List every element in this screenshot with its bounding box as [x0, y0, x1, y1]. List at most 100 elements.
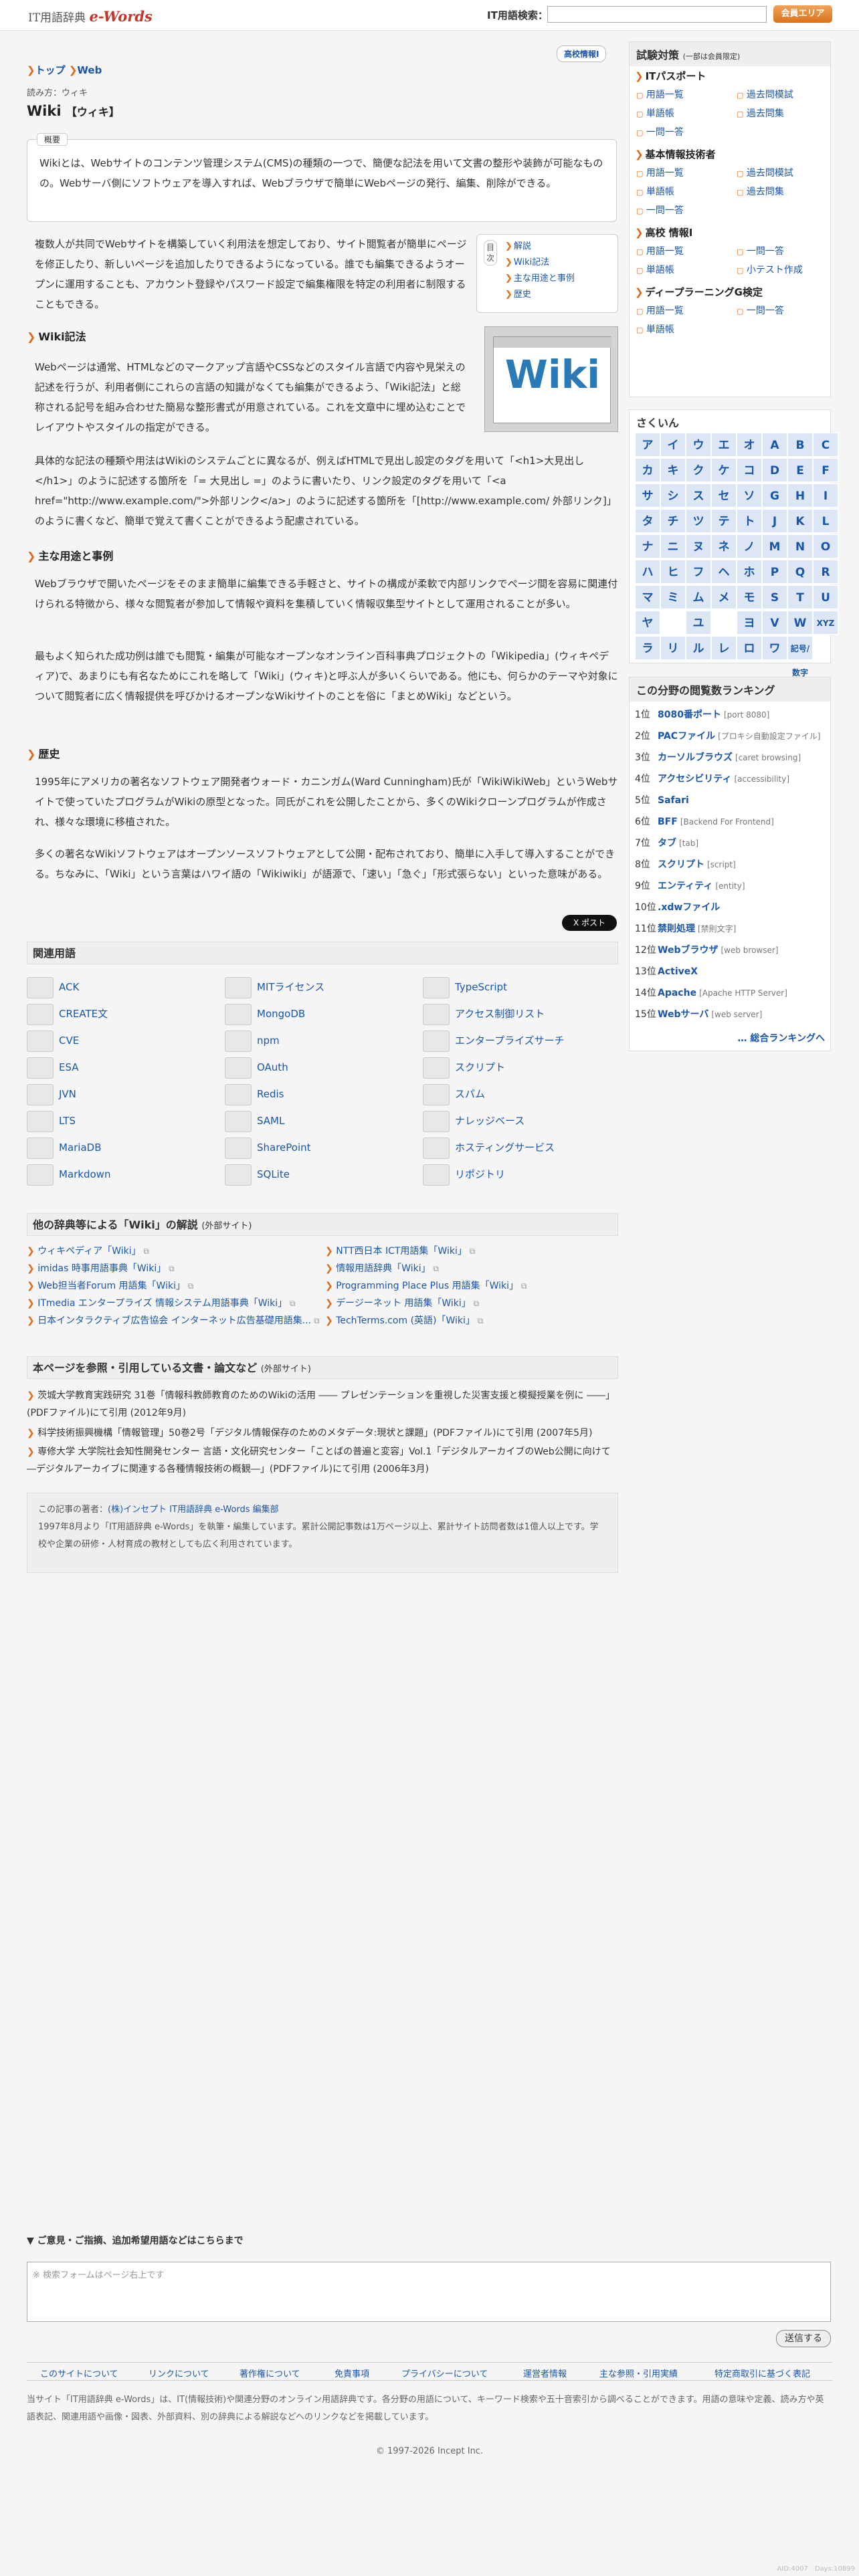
exam-link-text[interactable]: 用語一覧	[646, 246, 684, 257]
ranking-term[interactable]: Webブラウザ	[658, 945, 718, 956]
site-logo[interactable]: IT用語辞典 e-Words	[28, 8, 153, 25]
exam-link-text[interactable]: 用語一覧	[646, 90, 684, 100]
dictionary-link-text[interactable]: ウィキペディア「Wiki」	[37, 1246, 140, 1257]
toc-item[interactable]: ❯ Wiki記法	[505, 255, 549, 271]
kana-index-item[interactable]: モ	[737, 585, 762, 609]
kana-index-item[interactable]: リ	[660, 636, 686, 660]
ranking-item[interactable]: 5位 Safari	[630, 790, 832, 811]
exam-link[interactable]: ▢ 単語帳	[636, 261, 674, 280]
dictionary-link[interactable]: ❯ Web担当者Forum 用語集「Wiki」 ⧉	[27, 1277, 193, 1295]
x-post-button[interactable]: X ポスト	[562, 915, 617, 931]
toc-item[interactable]: ❯ 歴史	[505, 287, 531, 303]
dictionary-link-text[interactable]: ITmedia エンタープライズ 情報システム用語事典「Wiki」	[37, 1298, 287, 1309]
related-term-link[interactable]: エンタープライズサーチ	[455, 1035, 565, 1047]
ranking-term[interactable]: 8080番ポート	[658, 710, 721, 720]
dictionary-link-text[interactable]: NTT西日本 ICT用語集「Wiki」	[336, 1246, 467, 1257]
footer-link[interactable]: プライバシーについて	[401, 2367, 488, 2379]
kana-index-item[interactable]: ナ	[635, 534, 660, 558]
related-term-link[interactable]: CVE	[59, 1035, 79, 1047]
dictionary-link[interactable]: ❯ imidas 時事用語事典「Wiki」 ⧉	[27, 1260, 175, 1277]
ranking-term[interactable]: タブ	[658, 838, 676, 849]
kana-index-item[interactable]: ホ	[737, 560, 762, 584]
related-term-link[interactable]: OAuth	[257, 1061, 288, 1073]
exam-link[interactable]: ▢ 用語一覧	[636, 242, 684, 261]
kana-index-item[interactable]: シ	[660, 484, 686, 508]
reference-item[interactable]: ❯ 茨城大学教育実践研究 31巻「情報科教師教育のためのWikiの活用 ―― プ…	[27, 1387, 618, 1422]
exam-link-text[interactable]: 一問一答	[646, 205, 684, 216]
exam-link[interactable]: ▢ 一問一答	[737, 302, 784, 321]
related-term[interactable]: SQLite	[225, 1161, 290, 1188]
related-term[interactable]: CVE	[27, 1027, 79, 1054]
kana-index-item[interactable]: ウ	[686, 433, 711, 457]
exam-link[interactable]: ▢ 小テスト作成	[737, 261, 803, 280]
related-term[interactable]: ナレッジベース	[423, 1107, 524, 1134]
exam-link[interactable]: ▢ 単語帳	[636, 104, 674, 124]
ranking-term[interactable]: Apache	[658, 988, 696, 998]
kana-index-item[interactable]: ヌ	[686, 534, 711, 558]
related-term-link[interactable]: アクセス制御リスト	[455, 1008, 545, 1020]
kana-index-item[interactable]: A	[762, 433, 787, 457]
kana-index-item[interactable]: ロ	[737, 636, 762, 660]
exam-link[interactable]: ▢ 単語帳	[636, 320, 674, 340]
kana-index-item[interactable]: オ	[737, 433, 762, 457]
related-term-link[interactable]: ナレッジベース	[455, 1115, 524, 1127]
kana-index-item[interactable]: ヒ	[660, 560, 686, 584]
exam-link[interactable]: ▢ 過去問模試	[737, 164, 793, 183]
footer-link[interactable]: リンクについて	[149, 2367, 209, 2379]
ranking-item[interactable]: 13位 ActiveX	[630, 961, 832, 982]
footer-link[interactable]: このサイトについて	[40, 2367, 118, 2379]
kana-index-item[interactable]: ツ	[686, 509, 711, 533]
ranking-item[interactable]: 9位 エンティティ [entity]	[630, 875, 832, 897]
dictionary-link[interactable]: ❯ NTT西日本 ICT用語集「Wiki」 ⧉	[325, 1243, 475, 1260]
dictionary-link-text[interactable]: 情報用語辞典「Wiki」	[336, 1263, 430, 1274]
kana-index-item[interactable]: C	[813, 433, 838, 457]
related-term-link[interactable]: MongoDB	[257, 1008, 305, 1020]
kana-index-item[interactable]: ル	[686, 636, 711, 660]
ranking-term[interactable]: .xdwファイル	[658, 902, 720, 913]
search-input[interactable]	[547, 6, 767, 23]
ranking-item[interactable]: 4位 アクセシビリティ [accessibility]	[630, 768, 832, 790]
kana-index-item[interactable]: K	[787, 509, 813, 533]
exam-link[interactable]: ▢ 一問一答	[636, 123, 684, 142]
kana-index-item[interactable]: テ	[711, 509, 737, 533]
related-term[interactable]: ホスティングサービス	[423, 1134, 555, 1161]
related-term-link[interactable]: ホスティングサービス	[455, 1142, 555, 1154]
dictionary-link-text[interactable]: imidas 時事用語事典「Wiki」	[37, 1263, 166, 1274]
related-term-link[interactable]: Markdown	[59, 1168, 110, 1180]
related-term-link[interactable]: ESA	[59, 1061, 79, 1073]
kana-index-item[interactable]: ス	[686, 484, 711, 508]
kana-index-item[interactable]: ソ	[737, 484, 762, 508]
kana-index-item[interactable]: XYZ	[813, 611, 838, 635]
author-link[interactable]: (株)インセプト IT用語辞典 e-Words 編集部	[108, 1505, 279, 1515]
dictionary-link[interactable]: ❯ ITmedia エンタープライズ 情報システム用語事典「Wiki」 ⧉	[27, 1295, 296, 1312]
kana-index-item[interactable]: F	[813, 458, 838, 482]
dictionary-link[interactable]: ❯ TechTerms.com (英語)「Wiki」 ⧉	[325, 1312, 483, 1329]
kana-index-item[interactable]: フ	[686, 560, 711, 584]
exam-link-text[interactable]: 単語帳	[646, 108, 674, 119]
exam-link[interactable]: ▢ 過去問模試	[737, 86, 793, 105]
footer-link[interactable]: 運営者情報	[523, 2367, 567, 2379]
kana-index-item[interactable]: S	[762, 585, 787, 609]
breadcrumb-top[interactable]: トップ	[35, 64, 66, 76]
dictionary-link-text[interactable]: Programming Place Plus 用語集「Wiki」	[336, 1281, 518, 1291]
related-term[interactable]: JVN	[27, 1081, 76, 1107]
kana-index-item[interactable]: ヘ	[711, 560, 737, 584]
kana-index-item[interactable]: D	[762, 458, 787, 482]
exam-link[interactable]: ▢ 一問一答	[737, 242, 784, 261]
kana-index-item[interactable]: ミ	[660, 585, 686, 609]
kana-index-item[interactable]: ヨ	[737, 611, 762, 635]
exam-link[interactable]: ▢ 用語一覧	[636, 86, 684, 105]
kana-index-item[interactable]: N	[787, 534, 813, 558]
ranking-term[interactable]: アクセシビリティ	[658, 774, 731, 784]
breadcrumb-web[interactable]: Web	[77, 64, 102, 76]
related-term[interactable]: TypeScript	[423, 974, 507, 1000]
footer-link[interactable]: 著作権について	[240, 2367, 300, 2379]
exam-link[interactable]: ▢ 用語一覧	[636, 302, 684, 321]
exam-link-text[interactable]: 過去問集	[747, 187, 784, 197]
ranking-term[interactable]: スクリプト	[658, 859, 704, 870]
related-term[interactable]: LTS	[27, 1107, 76, 1134]
kana-index-item[interactable]: Q	[787, 560, 813, 584]
kana-index-item[interactable]: ム	[686, 585, 711, 609]
related-term-link[interactable]: スパム	[455, 1088, 485, 1100]
dictionary-link-text[interactable]: Web担当者Forum 用語集「Wiki」	[37, 1281, 185, 1291]
